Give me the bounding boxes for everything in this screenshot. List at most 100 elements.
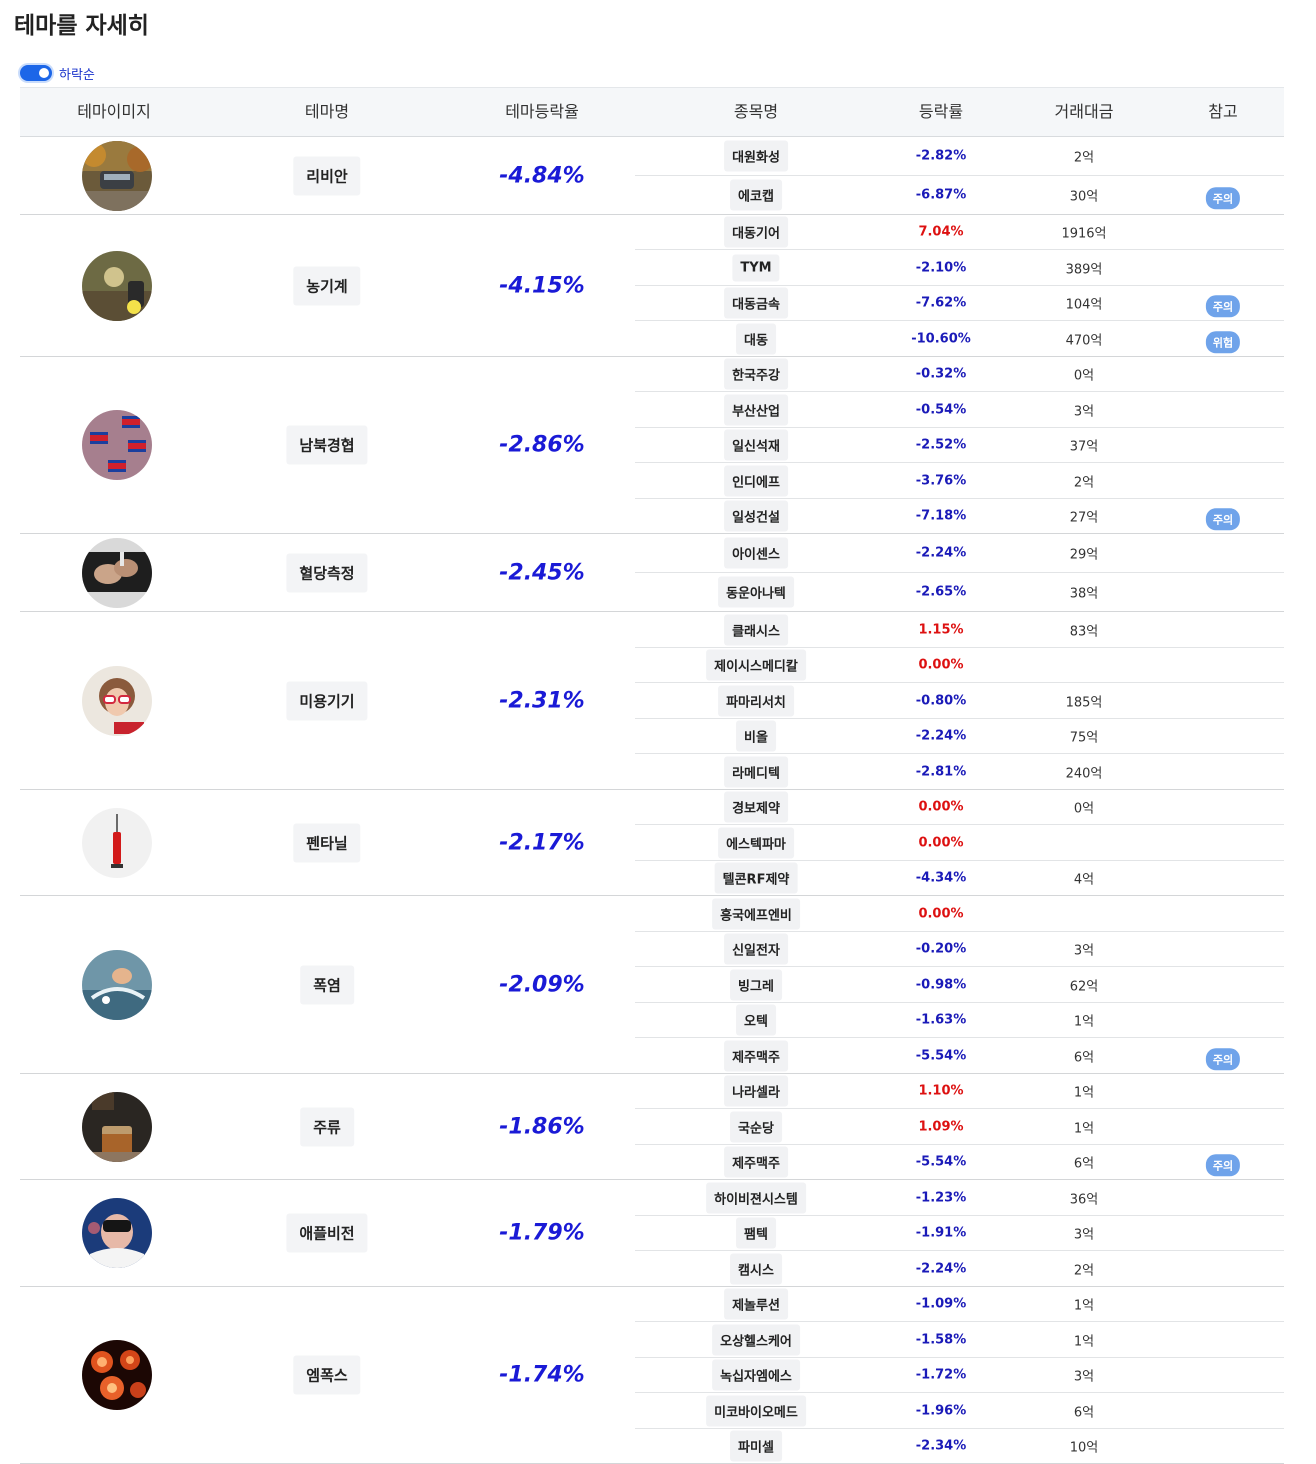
theme-name[interactable]: 남북경협 [286,425,368,465]
theme-name[interactable]: 리비안 [293,156,361,195]
stock-name[interactable]: 비올 [736,720,776,752]
stock-row[interactable]: 대원화성 -2.82% 2억 [635,137,1284,176]
stock-row[interactable]: 제놀루션 -1.09% 1억 [635,1287,1284,1322]
stock-row[interactable]: 클래시스 1.15% 83억 [635,612,1284,648]
stock-row[interactable]: 국순당 1.09% 1억 [635,1109,1284,1145]
stock-name[interactable]: 흥국에프엔비 [712,898,800,929]
stock-name[interactable]: 동운아나텍 [718,576,794,608]
stock-row[interactable]: 대동 -10.60% 470억 위험 [635,321,1284,356]
theme-name[interactable]: 폭염 [300,965,354,1004]
stock-row[interactable]: 대동기어 7.04% 1916억 [635,215,1284,250]
stock-name[interactable]: 신일전자 [724,933,788,965]
stock-row[interactable]: 에코캡 -6.87% 30억 주의 [635,176,1284,214]
stock-row[interactable]: 제주맥주 -5.54% 6억 주의 [635,1145,1284,1179]
stock-rate: -6.87% [915,187,967,203]
theme-name[interactable]: 애플비전 [286,1213,368,1253]
theme-image[interactable]: virus-cells-photo [82,1340,152,1410]
stock-name[interactable]: TYM [732,254,780,281]
stock-row[interactable]: 하이비젼시스템 -1.23% 36억 [635,1180,1284,1216]
stock-row[interactable]: 미코바이오메드 -1.96% 6억 [635,1393,1284,1429]
stock-name[interactable]: 클래시스 [724,614,788,645]
stock-name[interactable]: 빙그레 [730,969,782,1000]
stock-name[interactable]: 아이센스 [724,537,788,569]
stock-row[interactable]: 텔콘RF제약 -4.34% 4억 [635,861,1284,895]
stock-row[interactable]: 비올 -2.24% 75억 [635,719,1284,754]
stock-name[interactable]: 녹십자엠에스 [712,1359,800,1391]
theme-image[interactable]: water-splash-photo [82,949,152,1020]
stock-row[interactable]: 부산산업 -0.54% 3억 [635,392,1284,428]
stock-row[interactable]: 라메디텍 -2.81% 240억 [635,754,1284,789]
theme-image[interactable]: north-korea-flags-photo [82,410,152,480]
stock-name[interactable]: 대동 [736,323,776,354]
stock-name[interactable]: 오상헬스케어 [712,1324,800,1355]
theme-name[interactable]: 미용기기 [286,681,368,720]
stock-row[interactable]: 흥국에프엔비 0.00% [635,896,1284,932]
theme-image[interactable]: vr-headset-photo [82,1198,152,1268]
stock-name[interactable]: 대원화성 [724,140,788,172]
stock-name[interactable]: 텔콘RF제약 [714,862,798,894]
stock-name[interactable]: 일성건설 [724,500,788,532]
stock-row[interactable]: 신일전자 -0.20% 3억 [635,932,1284,967]
stock-name[interactable]: 인디에프 [724,465,788,496]
stock-row[interactable]: 오상헬스케어 -1.58% 1억 [635,1322,1284,1358]
stock-row[interactable]: 한국주강 -0.32% 0억 [635,357,1284,392]
stock-name[interactable]: 경보제약 [724,791,788,823]
stock-volume: 240억 [1065,766,1103,781]
theme-image[interactable]: car-photo [82,140,152,211]
stock-name[interactable]: 나라셀라 [724,1075,788,1107]
stock-row[interactable]: 팸텍 -1.91% 3억 [635,1216,1284,1251]
stock-row[interactable]: 일성건설 -7.18% 27억 주의 [635,499,1284,533]
stock-row[interactable]: 제주맥주 -5.54% 6억 주의 [635,1038,1284,1073]
theme-image[interactable]: whiskey-glass-photo [82,1091,152,1162]
stock-row[interactable]: TYM -2.10% 389억 [635,250,1284,286]
theme-image[interactable]: beauty-woman-photo [82,665,152,736]
stock-name[interactable]: 캠시스 [730,1253,782,1284]
stock-name[interactable]: 하이비젼시스템 [706,1182,806,1213]
stock-name[interactable]: 미코바이오메드 [706,1395,806,1426]
stock-row[interactable]: 파미셀 -2.34% 10억 [635,1429,1284,1463]
stock-name[interactable]: 팸텍 [736,1217,776,1249]
sort-toggle-switch[interactable] [20,65,52,81]
stock-name[interactable]: 제주맥주 [724,1146,788,1178]
stock-name[interactable]: 부산산업 [724,394,788,425]
stock-name[interactable]: 에스텍파마 [718,827,794,858]
stock-row[interactable]: 동운아나텍 -2.65% 38억 [635,573,1284,611]
stock-name[interactable]: 오텍 [736,1004,776,1036]
stock-name[interactable]: 파마리서치 [718,685,794,716]
stock-row[interactable]: 제이시스메디칼 0.00% [635,648,1284,683]
stock-row[interactable]: 빙그레 -0.98% 62억 [635,967,1284,1003]
theme-name[interactable]: 농기계 [293,266,361,305]
theme-image[interactable]: farm-machine-photo [82,250,152,321]
stock-row[interactable]: 일신석재 -2.52% 37억 [635,428,1284,463]
stock-row[interactable]: 대동금속 -7.62% 104억 주의 [635,286,1284,321]
stock-rate: -2.24% [915,728,967,744]
stock-row[interactable]: 경보제약 0.00% 0억 [635,790,1284,825]
stock-name[interactable]: 대동금속 [724,287,788,319]
stock-row[interactable]: 오텍 -1.63% 1억 [635,1003,1284,1038]
stock-row[interactable]: 나라셀라 1.10% 1억 [635,1074,1284,1109]
stock-row[interactable]: 아이센스 -2.24% 29억 [635,534,1284,573]
stock-name[interactable]: 제이시스메디칼 [706,649,806,681]
sort-toggle-label[interactable]: 하락순 [59,64,95,83]
stock-name[interactable]: 제주맥주 [724,1040,788,1071]
stock-name[interactable]: 국순당 [730,1111,782,1142]
theme-name[interactable]: 펜타닐 [293,823,361,862]
theme-name[interactable]: 주류 [300,1107,354,1146]
theme-name[interactable]: 혈당측정 [286,553,368,592]
stock-name[interactable]: 일신석재 [724,429,788,461]
stock-row[interactable]: 캠시스 -2.24% 2억 [635,1251,1284,1286]
stock-name[interactable]: 대동기어 [724,216,788,248]
stock-row[interactable]: 파마리서치 -0.80% 185억 [635,683,1284,719]
sort-toggle-group[interactable]: 하락순 [20,64,95,83]
stock-name[interactable]: 제놀루션 [724,1288,788,1320]
stock-name[interactable]: 에코캡 [730,179,782,211]
theme-image[interactable]: blood-glucose-test-photo [82,537,152,608]
theme-name[interactable]: 엠폭스 [293,1355,361,1395]
stock-row[interactable]: 인디에프 -3.76% 2억 [635,463,1284,499]
stock-row[interactable]: 에스텍파마 0.00% [635,825,1284,861]
theme-image[interactable]: syringe-photo [82,807,152,878]
stock-row[interactable]: 녹십자엠에스 -1.72% 3억 [635,1358,1284,1393]
stock-name[interactable]: 라메디텍 [724,756,788,787]
stock-name[interactable]: 파미셀 [730,1430,782,1462]
stock-name[interactable]: 한국주강 [724,358,788,390]
